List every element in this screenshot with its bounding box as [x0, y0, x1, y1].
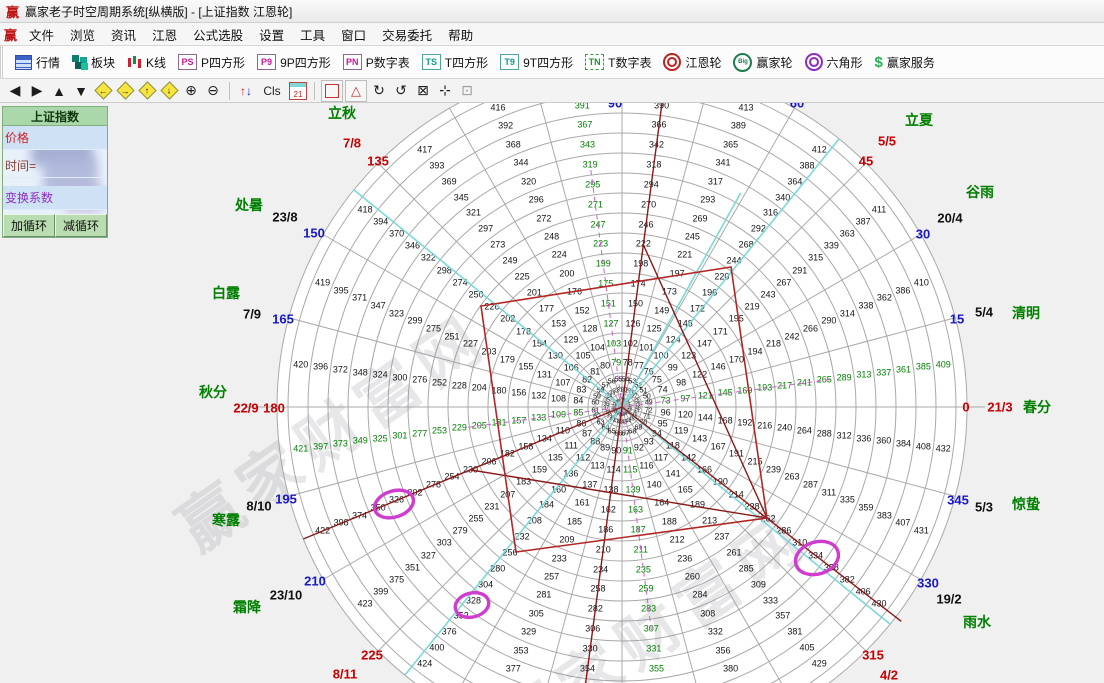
toolbar-label: 江恩轮 — [685, 55, 722, 70]
service-icon: $ — [874, 53, 883, 71]
menu-item-文件[interactable]: 文件 — [21, 27, 62, 45]
nav-first-button[interactable]: ◀ — [5, 81, 25, 101]
add-cycle-button[interactable]: 加循环 — [3, 214, 55, 237]
P数字表-button[interactable]: PN P数字表 — [337, 49, 416, 75]
nav-last-button[interactable]: ▶ — [27, 81, 47, 101]
coefficient-label: 变换系数 — [5, 191, 54, 205]
gann-wheel-chart[interactable]: 赢家财富网赢家财富网 12345678910111213141516171819… — [0, 103, 1104, 683]
drawing-toolbar: ◀ ▶ ▲ ▼ ← → ↑ ↓ ⊕ ⊖ ↑ ↓ Cls 21 △ ↻ ↺ ⊠ ⊹ … — [0, 79, 1104, 103]
板块-button[interactable]: 板块 — [66, 49, 121, 75]
toolbar-label: 六角形 — [826, 55, 863, 70]
zoom-in-button[interactable]: ⊕ — [181, 81, 201, 101]
badge-pn-icon: PN — [342, 54, 362, 70]
center-cross-button[interactable]: ⊹ — [435, 81, 455, 101]
calendar-button[interactable]: 21 — [288, 81, 308, 101]
toolbar-label: 行情 — [36, 55, 61, 70]
nav-down-button[interactable]: ▼ — [71, 81, 91, 101]
toolbar-label: 板块 — [91, 55, 116, 70]
wheel-overlays — [302, 103, 902, 683]
triangle-icon: △ — [351, 82, 361, 98]
menu-bar: 赢 文件 浏览 资讯 江恩 公式选股 设置 工具 窗口 交易委托 帮助 — [0, 23, 1104, 46]
screen-button[interactable]: ⊡ — [457, 81, 477, 101]
toolbar-label: P数字表 — [365, 55, 410, 70]
toolbar-separator — [229, 81, 230, 100]
menu-item-资讯[interactable]: 资讯 — [103, 27, 144, 45]
toolbar-separator — [314, 81, 315, 100]
toolbar-label: 赢家轮 — [756, 55, 793, 70]
boxed-x-button[interactable]: ⊠ — [413, 81, 433, 101]
P四方形-button[interactable]: PS P四方形 — [172, 49, 251, 75]
toolbar-label: K线 — [146, 55, 167, 70]
draw-triangle-button[interactable]: △ — [345, 79, 367, 102]
toolbar-label: 9T四方形 — [523, 55, 574, 70]
pan-down-button[interactable]: ↓ — [159, 81, 179, 101]
gann-wheel-icon — [663, 53, 682, 71]
diamond-right-icon: → — [115, 81, 135, 100]
symbol-title: 上证指数 — [3, 107, 107, 126]
blocks-icon — [72, 55, 89, 70]
badge-ts-icon: TS — [421, 54, 441, 70]
quote-panel: 上证指数 价格 时间= 变换系数 加循环 减循环 — [2, 106, 108, 238]
rotate-cw-button[interactable]: ↻ — [369, 81, 389, 101]
menu-item-江恩[interactable]: 江恩 — [144, 27, 185, 45]
badge-ps-icon: PS — [178, 54, 198, 70]
window-title: 赢家老子时空周期系统[纵横版] - [上证指数 江恩轮] — [25, 4, 293, 19]
quote-values: 价格 时间= 变换系数 — [3, 126, 107, 214]
main-toolbar: 行情 板块 K线 PS P四方形 P9 9P四方形 PN P数字表 TS T四方形 T9 9T四方形 TN… — [0, 46, 1104, 79]
menu-item-帮助[interactable]: 帮助 — [440, 27, 481, 45]
time-label: 时间= — [5, 159, 37, 173]
nav-up-button[interactable]: ▲ — [49, 81, 69, 101]
赢家服务-button[interactable]: $ 赢家服务 — [869, 49, 941, 75]
calendar-icon: 21 — [289, 81, 307, 100]
toolbar-label: P四方形 — [201, 55, 246, 70]
cls-button[interactable]: Cls — [258, 81, 286, 101]
zoom-out-button[interactable]: ⊖ — [203, 81, 223, 101]
六角形-button[interactable]: 六角形 — [799, 49, 869, 75]
winner-wheel-icon: Big — [733, 52, 753, 72]
menu-item-窗口[interactable]: 窗口 — [333, 27, 374, 45]
app-logo-icon: 赢 — [4, 27, 18, 43]
赢家轮-button[interactable]: Big 赢家轮 — [727, 49, 798, 75]
quote-grid-icon — [15, 54, 32, 70]
menu-item-工具[interactable]: 工具 — [292, 27, 333, 45]
hexagon-icon — [804, 53, 823, 71]
menu-item-浏览[interactable]: 浏览 — [62, 27, 103, 45]
行情-button[interactable]: 行情 — [9, 49, 66, 75]
toolbar-label: T数字表 — [608, 55, 652, 70]
pan-left-button[interactable]: ← — [93, 81, 113, 101]
9P四方形-button[interactable]: P9 9P四方形 — [251, 49, 337, 75]
K线-button[interactable]: K线 — [121, 49, 172, 75]
toolbar-label: T四方形 — [444, 55, 489, 70]
T数字表-button[interactable]: TN T数字表 — [579, 49, 657, 75]
badge-t9-icon: T9 — [500, 54, 520, 70]
toolbar-label: 赢家服务 — [886, 55, 935, 70]
9T四方形-button[interactable]: T9 9T四方形 — [494, 49, 579, 75]
updown-sort-button[interactable]: ↑ ↓ — [236, 81, 256, 101]
badge-tn-icon: TN — [585, 54, 605, 70]
diamond-down-icon: ↓ — [159, 81, 179, 100]
menu-item-公式选股[interactable]: 公式选股 — [185, 27, 251, 45]
toolbar-label: 9P四方形 — [280, 55, 331, 70]
diamond-left-icon: ← — [93, 81, 113, 100]
square-icon — [325, 83, 339, 98]
app-logo-icon: 赢 — [6, 4, 20, 20]
menu-item-交易委托[interactable]: 交易委托 — [374, 27, 440, 45]
menu-item-设置[interactable]: 设置 — [251, 27, 292, 45]
badge-p9-icon: P9 — [257, 54, 277, 70]
price-label: 价格 — [5, 131, 30, 145]
kline-icon — [127, 55, 143, 69]
diamond-up-icon: ↑ — [137, 81, 157, 100]
title-bar: 赢 赢家老子时空周期系统[纵横版] - [上证指数 江恩轮] — [0, 0, 1104, 23]
draw-square-button[interactable] — [321, 79, 343, 102]
rotate-ccw-button[interactable]: ↺ — [391, 81, 411, 101]
T四方形-button[interactable]: TS T四方形 — [416, 49, 494, 75]
pan-right-button[interactable]: → — [115, 81, 135, 101]
pan-up-button[interactable]: ↑ — [137, 81, 157, 101]
江恩轮-button[interactable]: 江恩轮 — [657, 49, 727, 75]
sub-cycle-button[interactable]: 减循环 — [55, 214, 107, 237]
